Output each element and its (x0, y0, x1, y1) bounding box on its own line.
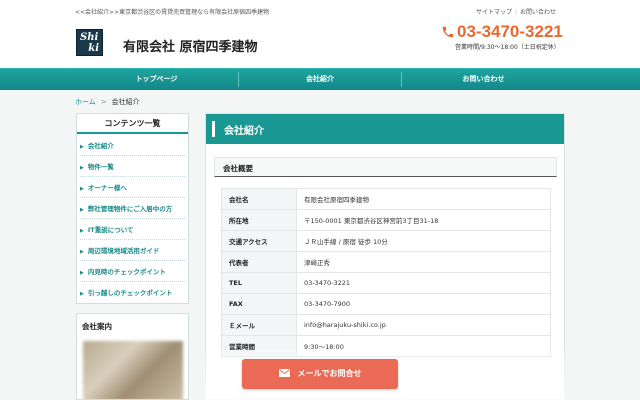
office-photo (83, 341, 183, 399)
breadcrumb-current: 会社紹介 (111, 98, 140, 106)
nav-contact[interactable]: お問い合わせ (402, 69, 565, 90)
table-value: 03-3470-7900 (296, 293, 551, 315)
table-value: 津﨑正秀 (296, 251, 551, 273)
chevron-right-icon: ▶ (80, 228, 84, 234)
sidebar-item-label: 内見時のチェックポイント (87, 268, 166, 276)
breadcrumb: ホーム > 会社紹介 (75, 97, 140, 107)
table-row: 代表者 津﨑正秀 (221, 251, 551, 273)
table-row: 会社名 有限会社原宿四季建物 (221, 188, 551, 210)
company-name[interactable]: 有限会社 原宿四季建物 (123, 36, 258, 55)
breadcrumb-separator: > (100, 98, 107, 106)
phone-number: 03-3470-3221 (457, 21, 563, 41)
table-key: 所在地 (221, 209, 297, 231)
table-row: 所在地 〒150-0001 東京都渋谷区神宮前3丁目31-18 (221, 209, 551, 231)
mail-contact-button[interactable]: メールでお問合せ (242, 359, 398, 389)
sidebar-contents: コンテンツ一覧 ▶ 会社紹介 ▶ 物件一覧 ▶ オーナー様へ ▶ 弊社管理物件にご入居中… (76, 113, 189, 304)
table-row: TEL 03-3470-3221 (221, 272, 551, 294)
sidebar-item-label: オーナー様へ (87, 184, 127, 192)
section-title: 会社紹介 (224, 126, 264, 137)
table-key: 代表者 (221, 251, 297, 273)
table-key: FAX (221, 293, 297, 315)
company-info-table: 会社名 有限会社原宿四季建物 所在地 〒150-0001 東京都渋谷区神宮前3丁目3… (221, 188, 551, 357)
business-hours: 営業時間/9:30～18:00（土日祝定休） (455, 44, 560, 51)
chevron-right-icon: ▶ (80, 291, 84, 297)
sidebar-item-label: IT重説について (87, 226, 134, 234)
inquiry-link[interactable]: お問い合わせ (520, 9, 556, 16)
subsection-title: 会社概要 (223, 164, 253, 173)
sidebar-item-area-guide[interactable]: ▶ 周辺環境地域活用ガイド (80, 241, 185, 261)
phone-icon (442, 26, 454, 37)
sidebar-item-residents[interactable]: ▶ 弊社管理物件にご入居中の方 (80, 199, 185, 219)
logo-text-line1: Shi (80, 32, 99, 43)
section-header-bar (212, 121, 215, 137)
table-value: 03-3470-3221 (296, 272, 551, 294)
table-key: 交通アクセス (221, 230, 297, 252)
table-key: Ｅメール (221, 314, 297, 336)
sidebar-item-moving-checkpoints[interactable]: ▶ 引っ越しのチェックポイント (80, 283, 185, 303)
table-row: 交通アクセス ＪＲ山手線 / 原宿 徒歩 10分 (221, 230, 551, 252)
breadcrumb-home[interactable]: ホーム (75, 98, 96, 106)
top-links: サイトマップ | お問い合わせ (476, 7, 556, 16)
table-key: TEL (221, 272, 297, 294)
site-header: <<会社紹介>>東京都渋谷区の賃貸売買管理なら有限会社原宿四季建物 Shi ki… (0, 0, 640, 68)
table-row: Ｅメール info@harajuku-shiki.co.jp (221, 314, 551, 336)
nav-top-page[interactable]: トップページ (75, 69, 238, 90)
sidebar-item-label: 会社紹介 (87, 142, 114, 150)
section-header: 会社紹介 (206, 114, 564, 144)
company-guide-title: 会社案内 (82, 322, 112, 331)
main-nav: トップページ 会社紹介 お問い合わせ (0, 68, 640, 90)
chevron-right-icon: ▶ (80, 249, 84, 255)
table-key: 会社名 (221, 188, 297, 210)
sidebar-item-owners[interactable]: ▶ オーナー様へ (80, 178, 185, 198)
table-value: 〒150-0001 東京都渋谷区神宮前3丁目31-18 (296, 209, 551, 231)
mail-contact-label: メールでお問合せ (297, 369, 362, 378)
sitemap-link[interactable]: サイトマップ (476, 9, 512, 16)
chevron-right-icon: ▶ (80, 270, 84, 276)
sidebar-item-properties[interactable]: ▶ 物件一覧 (80, 157, 185, 177)
table-value: ＪＲ山手線 / 原宿 徒歩 10分 (296, 230, 551, 252)
company-logo[interactable]: Shi ki (76, 29, 103, 56)
chevron-right-icon: ▶ (80, 207, 84, 213)
table-value: info@harajuku-shiki.co.jp (296, 314, 551, 336)
chevron-right-icon: ▶ (80, 144, 84, 150)
sidebar-item-company[interactable]: ▶ 会社紹介 (80, 136, 185, 156)
top-link-divider: | (515, 9, 518, 16)
header-tagline: <<会社紹介>>東京都渋谷区の賃貸売買管理なら有限会社原宿四季建物 (75, 9, 270, 16)
table-row: FAX 03-3470-7900 (221, 293, 551, 315)
subsection-header: 会社概要 (214, 157, 557, 177)
sidebar-item-label: 物件一覧 (87, 163, 114, 171)
logo-text-line2: ki (88, 43, 99, 54)
sidebar-title: コンテンツ一覧 (77, 114, 188, 134)
company-guide-box: 会社案内 (76, 313, 189, 400)
chevron-right-icon: ▶ (80, 165, 84, 171)
table-value: 有限会社原宿四季建物 (296, 188, 551, 210)
sidebar-item-it-explanation[interactable]: ▶ IT重説について (80, 220, 185, 240)
sidebar-item-label: 引っ越しのチェックポイント (87, 289, 173, 297)
sidebar-item-viewing-checkpoints[interactable]: ▶ 内見時のチェックポイント (80, 262, 185, 282)
mail-icon (278, 368, 290, 377)
sidebar-item-label: 弊社管理物件にご入居中の方 (87, 205, 173, 213)
nav-company[interactable]: 会社紹介 (239, 69, 401, 90)
sidebar-item-label: 周辺環境地域活用ガイド (87, 247, 160, 255)
phone-block[interactable]: 03-3470-3221 (441, 21, 563, 41)
chevron-right-icon: ▶ (80, 186, 84, 192)
